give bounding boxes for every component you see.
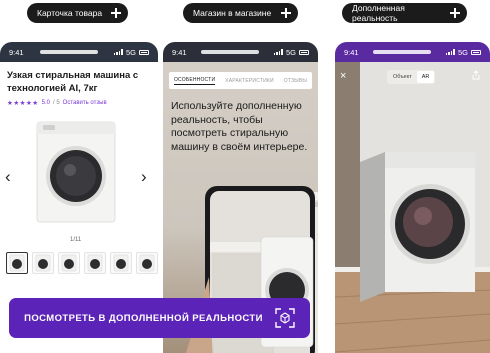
share-icon[interactable] <box>471 70 481 80</box>
dynamic-island <box>201 50 260 54</box>
dynamic-island <box>39 50 98 54</box>
battery-icon <box>139 49 149 55</box>
status-icons: 5G <box>445 47 481 57</box>
ar-view-screen: 9:41 5G × Объект AR <box>335 42 490 353</box>
chevron-left-icon[interactable]: ‹ <box>5 167 11 187</box>
rating-stars: ★★★★★ <box>7 100 39 107</box>
status-time: 9:41 <box>344 47 359 57</box>
status-icons: 5G <box>113 47 149 57</box>
signal-icon <box>273 49 283 55</box>
status-bar: 9:41 5G <box>0 42 158 62</box>
pill-label: Дополненная реальность <box>352 3 405 23</box>
status-bar: 9:41 5G <box>163 42 318 62</box>
product-thumbnail[interactable] <box>6 252 28 274</box>
signal-icon <box>445 49 455 55</box>
image-pager: 1/11 <box>70 237 82 243</box>
rating-value: 5.0 <box>41 100 50 106</box>
pill-label: Магазин в магазине <box>193 8 272 18</box>
ar-room-scene <box>335 62 490 353</box>
plus-icon <box>111 8 121 18</box>
thumbnail-strip <box>6 252 158 274</box>
pill-augmented-reality[interactable]: Дополненная реальность <box>342 3 467 23</box>
product-thumbnail[interactable] <box>136 252 158 274</box>
status-time: 9:41 <box>9 47 24 57</box>
product-thumbnail[interactable] <box>32 252 54 274</box>
toggle-object[interactable]: Объект <box>388 71 417 83</box>
status-bar: 9:41 5G <box>335 42 490 62</box>
battery-icon <box>471 49 481 55</box>
status-icons: 5G <box>273 47 309 57</box>
pill-store-in-store[interactable]: Магазин в магазине <box>183 3 298 23</box>
info-tabs: ОСОБЕННОСТИ ХАРАКТЕРИСТИКИ ОТЗЫВЫ <box>169 72 312 89</box>
review-link[interactable]: Оставить отзыв <box>63 100 107 106</box>
plus-icon <box>450 8 460 18</box>
battery-icon <box>299 49 309 55</box>
app-root: Карточка товара Магазин в магазине Допол… <box>0 0 490 353</box>
view-mode-toggle: Объект AR <box>387 70 436 84</box>
pill-label: Карточка товара <box>37 8 103 18</box>
tab-specs[interactable]: ХАРАКТЕРИСТИКИ <box>225 78 274 84</box>
network-label: 5G <box>125 47 136 57</box>
product-thumbnail[interactable] <box>58 252 80 274</box>
washing-machine-image <box>36 121 116 223</box>
cta-label: ПОСМОТРЕТЬ В ДОПОЛНЕННОЙ РЕАЛЬНОСТИ <box>24 312 263 324</box>
network-label: 5G <box>285 47 296 57</box>
product-thumbnail[interactable] <box>84 252 106 274</box>
status-time: 9:41 <box>172 47 187 57</box>
network-label: 5G <box>457 47 468 57</box>
rating-scale: / 5 <box>52 100 60 106</box>
toggle-ar[interactable]: AR <box>416 71 435 83</box>
dynamic-island <box>373 50 432 54</box>
ar-scan-icon <box>275 308 295 328</box>
chevron-right-icon[interactable]: › <box>141 167 147 187</box>
tab-features[interactable]: ОСОБЕННОСТИ <box>173 77 216 85</box>
plus-icon <box>281 8 291 18</box>
ar-promo-text: Используйте дополненную реальность, чтоб… <box>171 100 308 153</box>
product-title: Узкая стиральная машина с технологией AI… <box>7 70 139 94</box>
view-in-ar-button[interactable]: ПОСМОТРЕТЬ В ДОПОЛНЕННОЙ РЕАЛЬНОСТИ <box>9 298 310 338</box>
product-rating: ★★★★★ 5.0 / 5 Оставить отзыв <box>7 99 107 107</box>
product-thumbnail[interactable] <box>110 252 132 274</box>
close-icon[interactable]: × <box>340 70 346 82</box>
signal-icon <box>113 49 123 55</box>
tab-reviews[interactable]: ОТЗЫВЫ <box>284 78 307 84</box>
pill-product-card[interactable]: Карточка товара <box>27 3 128 23</box>
